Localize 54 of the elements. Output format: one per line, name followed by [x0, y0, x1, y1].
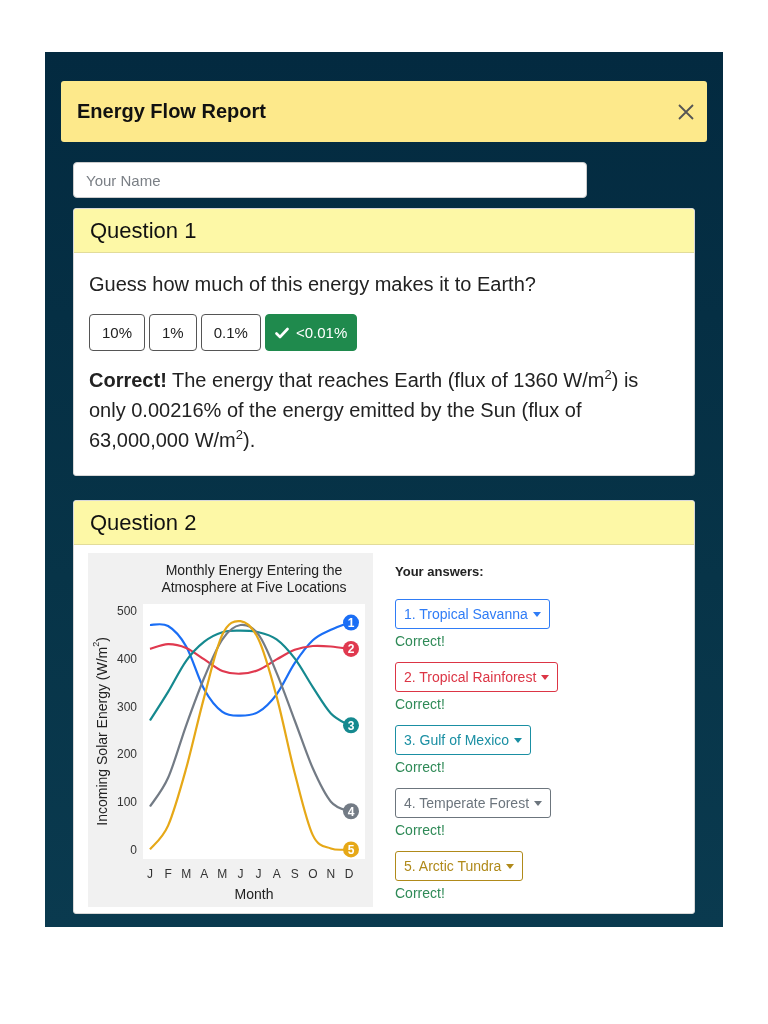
answer-dropdown[interactable]: 2. Tropical Rainforest [395, 662, 559, 692]
answer-dropdown[interactable]: 5. Arctic Tundra [395, 851, 524, 881]
caret-icon [532, 611, 541, 617]
series-label: 3 [347, 718, 355, 733]
x-tick-label: M [217, 867, 228, 881]
close-icon [678, 103, 694, 120]
x-axis-label: Month [233, 885, 275, 903]
report-title: Energy Flow Report [77, 100, 266, 123]
series-label: 1 [347, 616, 355, 631]
caret-icon [506, 863, 515, 869]
caret-icon [534, 800, 543, 806]
x-tick-label: A [272, 867, 281, 881]
x-tick-label: A [200, 867, 209, 881]
answer-option-button[interactable]: 1% [149, 314, 197, 351]
caret-icon [541, 674, 550, 680]
x-tick-label: F [164, 867, 172, 881]
x-tick-label: M [181, 867, 192, 881]
chart-title: Monthly Energy Entering the Atmosphere at Five Locations [160, 562, 348, 596]
answer-result: Correct! [395, 884, 445, 903]
y-tick-label: 500 [116, 604, 137, 619]
y-tick-label: 400 [116, 651, 137, 666]
name-field[interactable]: Your Name [73, 162, 587, 198]
x-tick-label: S [290, 867, 299, 881]
answer-option-button[interactable]: 10% [89, 314, 146, 351]
x-tick-label: N [326, 867, 336, 881]
feedback-text: Correct! The energy that reaches Earth (flux of 1360 W/m$^{2}$) is only 0.00216% of the energy emitted by the Sun (flux of 63,000,000 W/m$^{2}$). [89, 366, 640, 453]
answer-option-button[interactable]: <0.01% [264, 314, 358, 351]
question-title: Question 2 [90, 509, 197, 536]
y-tick-label: 100 [116, 795, 137, 810]
answer-result: Correct! [395, 758, 445, 777]
answer-result: Correct! [395, 821, 445, 840]
series-label: 5 [347, 842, 355, 857]
answers-heading: Your answers: [395, 563, 484, 581]
x-tick-label: J [147, 867, 153, 881]
question-title: Question 1 [90, 217, 197, 244]
y-tick-label: 200 [116, 747, 137, 762]
y-tick-label: 300 [116, 699, 137, 714]
caret-icon [514, 737, 523, 743]
series-label: 2 [347, 642, 355, 657]
checkmark-icon [274, 326, 289, 339]
series-label: 4 [347, 804, 355, 819]
x-tick-label: O [308, 867, 318, 881]
x-tick-label: J [237, 867, 244, 881]
answer-dropdown[interactable]: 1. Tropical Savanna [395, 599, 550, 629]
x-tick-label: J [255, 867, 262, 881]
y-tick-label: 0 [130, 842, 137, 857]
answer-result: Correct! [395, 632, 445, 651]
question-prompt: Guess how much of this energy makes it to Earth? [89, 272, 537, 297]
answer-dropdown[interactable]: 4. Temperate Forest [395, 788, 552, 818]
answer-option-button[interactable]: 0.1% [200, 314, 261, 351]
answer-dropdown[interactable]: 3. Gulf of Mexico [395, 725, 532, 755]
answer-result: Correct! [395, 695, 445, 714]
close-button[interactable] [677, 102, 695, 121]
x-tick-label: D [344, 867, 354, 881]
